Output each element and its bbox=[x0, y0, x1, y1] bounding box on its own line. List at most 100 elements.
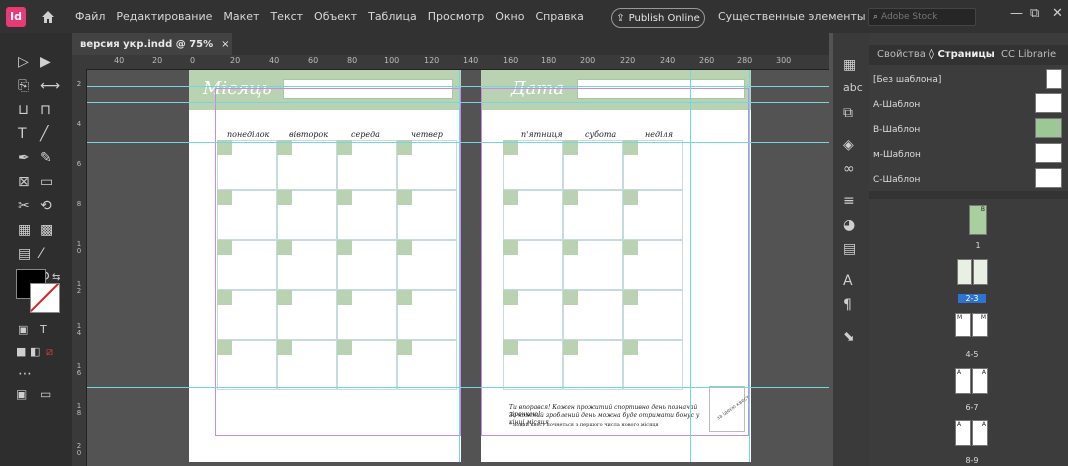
master-a[interactable]: А-Шаблон bbox=[873, 100, 920, 110]
character-icon[interactable]: A bbox=[843, 273, 853, 289]
panel-tabs: Свойства ◊ Страницы CC Librarie bbox=[869, 45, 1068, 65]
document-tab[interactable]: версия укр.indd @ 75% × bbox=[72, 33, 232, 55]
swap-fill-stroke-icon[interactable]: ⇆ bbox=[52, 271, 60, 285]
free-transform-tool-icon[interactable]: ⟲ bbox=[40, 199, 52, 213]
content-collector-icon[interactable]: ⊔ bbox=[18, 103, 29, 117]
close-icon[interactable]: × bbox=[221, 39, 229, 50]
page-thumbnail[interactable]: B bbox=[969, 205, 987, 235]
horizontal-ruler[interactable]: 40 20 0 20 40 60 80 100 120 140 160 180 … bbox=[72, 55, 829, 70]
tab-properties[interactable]: Свойства bbox=[877, 49, 926, 60]
pen-tool-icon[interactable]: ✒ bbox=[18, 151, 30, 165]
page-thumbnail[interactable]: M bbox=[972, 313, 988, 337]
type-tool-icon[interactable]: T bbox=[18, 127, 27, 141]
eyedropper-tool-icon[interactable]: ⁄ bbox=[40, 247, 42, 261]
links-icon[interactable]: ∞ bbox=[843, 161, 855, 177]
preview-mode-icon[interactable]: ▭ bbox=[40, 387, 51, 401]
master-thumbnail[interactable] bbox=[1035, 168, 1062, 188]
selection-tool-icon[interactable]: ▷ bbox=[18, 55, 29, 69]
menu-edit[interactable]: Редактирование bbox=[116, 10, 212, 23]
publish-online-button[interactable]: ⇪ Publish Online bbox=[611, 8, 705, 28]
formatting-text-icon[interactable]: T bbox=[40, 323, 47, 337]
menu-window[interactable]: Окно bbox=[495, 10, 524, 23]
vertical-ruler[interactable]: 2 4 6 8 1 0 1 2 1 4 1 6 1 8 2 0 bbox=[72, 69, 87, 466]
master-thumbnail[interactable] bbox=[1035, 93, 1062, 113]
page-thumbnail[interactable]: A bbox=[972, 368, 988, 394]
maximize-icon[interactable]: ⧉ bbox=[1030, 6, 1039, 21]
panel-divider[interactable] bbox=[869, 191, 1068, 199]
line-tool-icon[interactable]: ╱ bbox=[40, 127, 48, 141]
page-thumbnail[interactable] bbox=[973, 259, 988, 285]
stroke-swatch[interactable] bbox=[30, 283, 60, 313]
day-marker-square bbox=[397, 340, 412, 355]
guide-line[interactable] bbox=[87, 142, 829, 143]
spelling-icon[interactable]: abc bbox=[843, 81, 863, 94]
day-marker-square bbox=[623, 290, 638, 305]
master-thumbnail[interactable] bbox=[1035, 143, 1062, 163]
rectangle-tool-icon[interactable]: ▭ bbox=[40, 175, 53, 189]
pencil-tool-icon[interactable]: ✎ bbox=[40, 151, 52, 165]
page-tool-icon[interactable]: ⎘ bbox=[18, 79, 29, 93]
day-header: вівторок bbox=[289, 130, 328, 139]
menu-table[interactable]: Таблица bbox=[368, 10, 417, 23]
screen-mode-icon[interactable]: ⋯ bbox=[18, 367, 32, 381]
menu-layout[interactable]: Макет bbox=[223, 10, 259, 23]
right-page[interactable]: Дата п'ятниця субота неділя Ти впорався!… bbox=[481, 70, 751, 462]
apply-gradient-icon[interactable]: ◧ bbox=[30, 345, 40, 359]
paragraph-icon[interactable]: ¶ bbox=[843, 297, 852, 313]
layers-icon[interactable]: ◈ bbox=[843, 137, 854, 153]
normal-view-icon[interactable]: ▣ bbox=[16, 387, 27, 401]
menu-file[interactable]: Файл bbox=[75, 10, 105, 23]
workspace-switcher[interactable]: Существенные элементы▼ bbox=[718, 10, 877, 23]
menu-object[interactable]: Объект bbox=[314, 10, 357, 23]
rectangle-frame-tool-icon[interactable]: ⊠ bbox=[18, 175, 30, 189]
guide-line[interactable] bbox=[690, 70, 691, 462]
stroke-icon[interactable]: ≡ bbox=[843, 193, 855, 209]
menu-view[interactable]: Просмотр bbox=[428, 10, 484, 23]
pages-icon[interactable]: ⧉ bbox=[843, 105, 853, 121]
page-thumbnail[interactable]: M bbox=[955, 313, 971, 337]
stock-placeholder: Adobe Stock bbox=[881, 12, 938, 22]
document-canvas[interactable]: Місяць понеділок вівторок середа четвер … bbox=[87, 70, 829, 466]
page-thumbnail[interactable]: A bbox=[955, 368, 971, 394]
apply-color-icon[interactable]: ■ bbox=[16, 345, 26, 359]
scissors-tool-icon[interactable]: ✂ bbox=[18, 199, 30, 213]
tab-pages[interactable]: ◊ Страницы bbox=[929, 49, 995, 60]
master-none[interactable]: [Без шаблона] bbox=[873, 75, 941, 85]
gap-tool-icon[interactable]: ⟷ bbox=[40, 79, 60, 93]
tab-cc-libraries[interactable]: CC Librarie bbox=[1001, 49, 1056, 60]
day-marker-square bbox=[563, 340, 578, 355]
menu-type[interactable]: Текст bbox=[270, 10, 303, 23]
page-thumbnail[interactable]: A bbox=[972, 420, 988, 446]
gradient-tool-icon[interactable]: ▦ bbox=[18, 223, 31, 237]
page-thumbnail[interactable]: A bbox=[955, 420, 971, 446]
guide-line[interactable] bbox=[87, 387, 829, 388]
cc-libraries-icon[interactable]: ⬊ bbox=[843, 329, 855, 345]
guide-line[interactable] bbox=[87, 86, 829, 87]
menu-help[interactable]: Справка bbox=[535, 10, 583, 23]
close-window-icon[interactable]: ✕ bbox=[1052, 6, 1063, 21]
color-icon[interactable]: ◕ bbox=[843, 217, 855, 233]
direct-selection-tool-icon[interactable]: ▶ bbox=[40, 55, 51, 69]
master-thumbnail[interactable] bbox=[1046, 69, 1062, 89]
page-thumbnail[interactable] bbox=[957, 259, 972, 285]
guide-line[interactable] bbox=[87, 102, 829, 103]
content-placer-icon[interactable]: ⊓ bbox=[40, 103, 51, 117]
home-icon[interactable] bbox=[40, 9, 56, 25]
apply-none-icon[interactable]: ⧄ bbox=[46, 345, 53, 359]
formatting-container-icon[interactable]: ▣ bbox=[18, 323, 28, 337]
master-m[interactable]: м-Шаблон bbox=[873, 150, 921, 160]
day-marker-square bbox=[623, 340, 638, 355]
master-b[interactable]: В-Шаблон bbox=[873, 125, 920, 135]
note-tool-icon[interactable]: ▤ bbox=[18, 247, 31, 261]
minimize-icon[interactable]: — bbox=[1010, 6, 1023, 21]
tools-panel: ▷ ▶ ⎘ ⟷ ⊔ ⊓ T ╱ ✒ ✎ ⊠ ▭ ✂ ⟲ ▦ ▩ ▤ ⁄ ✋ ⚲ … bbox=[0, 33, 72, 466]
properties-icon[interactable]: ▦ bbox=[843, 57, 856, 73]
swatches-icon[interactable]: ▤ bbox=[843, 241, 856, 257]
master-thumbnail[interactable] bbox=[1035, 118, 1062, 138]
left-page[interactable]: Місяць понеділок вівторок середа четвер bbox=[189, 70, 461, 462]
guide-line[interactable] bbox=[749, 70, 750, 462]
master-c[interactable]: С-Шаблон bbox=[873, 175, 920, 185]
stock-search-input[interactable]: ⌕ Adobe Stock bbox=[868, 8, 976, 26]
guide-line[interactable] bbox=[459, 70, 460, 462]
gradient-feather-tool-icon[interactable]: ▩ bbox=[40, 223, 53, 237]
